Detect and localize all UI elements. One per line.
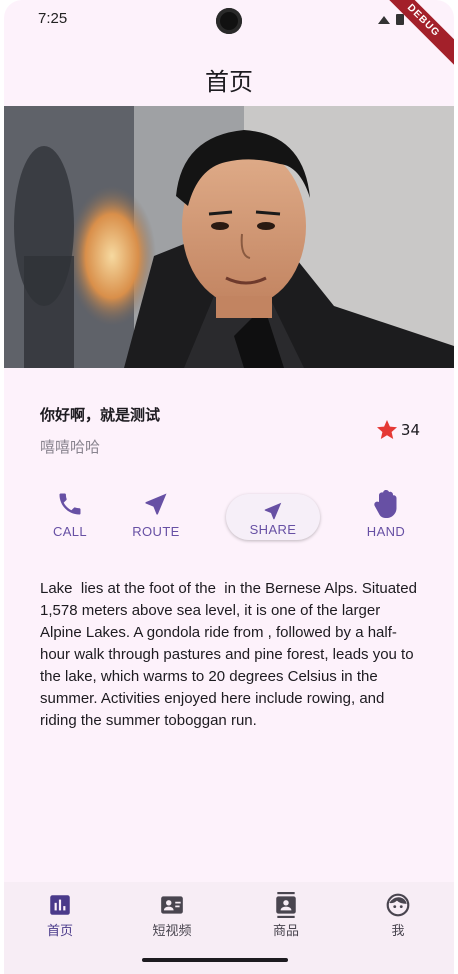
share-label: SHARE <box>249 522 297 537</box>
hand-label: HAND <box>366 524 406 539</box>
front-camera <box>216 8 242 34</box>
nav-item-home[interactable]: 首页 <box>4 892 116 948</box>
status-bar: 7:25 DEBUG <box>4 0 454 74</box>
call-button[interactable]: CALL <box>26 486 114 548</box>
home-indicator[interactable] <box>142 958 288 962</box>
nav-item-products[interactable]: 商品 <box>230 892 342 948</box>
status-time: 7:25 <box>38 10 68 27</box>
rating[interactable]: 34 <box>375 418 420 442</box>
hero-image <box>4 106 454 368</box>
route-button[interactable]: ROUTE <box>112 486 200 548</box>
nav-label-home: 首页 <box>46 924 73 939</box>
page-title: 首页 <box>205 68 253 96</box>
portrait-photo <box>4 106 454 368</box>
description-text: Lake lies at the foot of the in the Bern… <box>40 580 422 729</box>
nav-item-short-video[interactable]: 短视频 <box>116 892 228 948</box>
face-icon <box>386 893 410 917</box>
title-section: 你好啊，就是测试 嘻嘻哈哈 34 <box>40 404 420 460</box>
route-label: ROUTE <box>132 524 180 539</box>
share-button[interactable]: SHARE <box>226 494 320 540</box>
hand-button[interactable]: HAND <box>342 486 430 548</box>
star-icon <box>376 420 397 439</box>
app-screen: 7:25 DEBUG 首页 你好啊，就是测试 嘻嘻哈哈 34 CALL ROUT… <box>4 0 454 974</box>
contacts-book-icon <box>276 892 296 918</box>
hand-icon <box>374 490 397 518</box>
phone-icon <box>59 493 81 515</box>
nav-label-products: 商品 <box>272 924 299 939</box>
contact-card-icon <box>161 896 183 914</box>
navigation-arrow-icon <box>145 493 167 515</box>
bar-chart-icon <box>50 895 70 915</box>
subtitle-text: 嘻嘻哈哈 <box>40 438 101 456</box>
app-bar: 首页 <box>4 44 454 106</box>
rating-count: 34 <box>400 421 420 439</box>
bottom-navigation: 首页 短视频 商品 我 <box>4 882 454 974</box>
button-section: CALL ROUTE SHARE HAND <box>4 486 454 556</box>
nav-label-short-video: 短视频 <box>152 924 192 939</box>
nav-label-me: 我 <box>391 924 405 939</box>
title-text: 你好啊，就是测试 <box>40 406 161 424</box>
call-label: CALL <box>52 524 88 539</box>
nav-item-me[interactable]: 我 <box>342 892 454 948</box>
share-arrow-icon <box>264 502 282 520</box>
